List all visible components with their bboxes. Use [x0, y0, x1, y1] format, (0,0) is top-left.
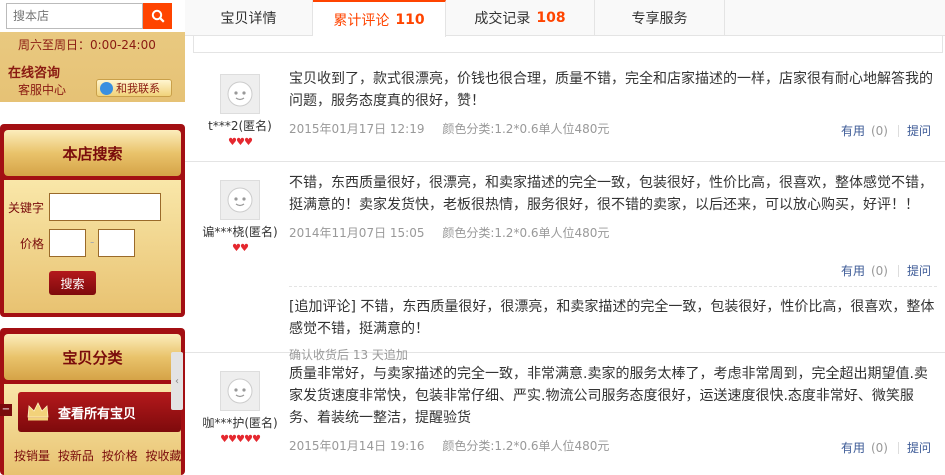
- reviewer-name: 谝***桡(匿名): [202, 225, 278, 239]
- tab-label: 宝贝详情: [220, 11, 277, 27]
- detail-main: 宝贝详情 累计评论 110 成交记录 108 专享服务 t***2(匿名) ♥♥…: [185, 0, 945, 475]
- online-consult-label: 在线咨询: [8, 66, 61, 81]
- tab-item-details[interactable]: 宝贝详情: [185, 0, 313, 36]
- default-avatar-icon: [220, 371, 260, 411]
- customer-service-label: 客服中心: [18, 83, 67, 97]
- category-title: 宝贝分类: [4, 334, 181, 380]
- default-avatar-icon: [220, 180, 260, 220]
- contact-me-label: 和我联系: [116, 82, 160, 95]
- review-item: 咖***护(匿名) ♥♥♥♥♥ 质量非常好，与卖家描述的完全一致，非常满意.卖家…: [185, 353, 945, 475]
- sort-by-new-link[interactable]: 按新品: [58, 449, 94, 463]
- shop-search-input[interactable]: [6, 3, 143, 29]
- divider: [897, 125, 899, 137]
- price-separator: -: [90, 235, 95, 249]
- category-body: − 查看所有宝贝 按销量 按新品 按价格 按收藏: [0, 384, 182, 475]
- contact-me-button[interactable]: 和我联系: [96, 79, 172, 97]
- review-date: 2014年11月07日 15:05: [289, 226, 425, 240]
- review-date: 2015年01月14日 19:16: [289, 439, 425, 453]
- append-divider: [289, 286, 937, 287]
- useful-link[interactable]: 有用: [841, 124, 865, 138]
- shop-search-bar: [0, 0, 185, 32]
- review-sku: 颜色分类:1.2*0.6单人位480元: [442, 226, 610, 240]
- review-body: 不错，东西质量很好，很漂亮，和卖家描述的完全一致，包装很好，性价比高，很喜欢，整…: [289, 172, 937, 241]
- reviewer: 谝***桡(匿名) ♥♥: [195, 180, 285, 254]
- shop-sidebar: 周六至周日：0:00-24:00 在线咨询 客服中心 和我联系 本店搜索 关键字…: [0, 0, 185, 475]
- tab-label: 累计评论: [333, 12, 390, 29]
- useful-count: (0): [870, 124, 888, 138]
- search-icon: [151, 9, 165, 23]
- ask-link[interactable]: 提问: [907, 124, 931, 138]
- ask-link[interactable]: 提问: [907, 264, 931, 278]
- review-actions: 有用 (0) 提问: [841, 122, 931, 139]
- review-sku: 颜色分类:1.2*0.6单人位480元: [442, 122, 610, 136]
- sidebar-collapse-handle[interactable]: ‹: [171, 352, 183, 410]
- review-body: 质量非常好，与卖家描述的完全一致，非常满意.卖家的服务太棒了，考虑非常周到，完全…: [289, 363, 937, 454]
- reviewer: t***2(匿名) ♥♥♥: [195, 74, 285, 148]
- review-sku: 颜色分类:1.2*0.6单人位480元: [442, 439, 610, 453]
- buyer-credit-hearts: ♥♥♥♥♥: [220, 434, 261, 445]
- tab-label: 成交记录: [474, 11, 531, 27]
- review-text: 不错，东西质量很好，很漂亮，和卖家描述的完全一致，包装很好，性价比高，很喜欢，整…: [289, 175, 933, 213]
- tab-count: 108: [536, 10, 566, 26]
- useful-link[interactable]: 有用: [841, 441, 865, 455]
- customer-service-panel: 周六至周日：0:00-24:00 在线咨询 客服中心 和我联系: [0, 32, 185, 102]
- tab-exclusive-service[interactable]: 专享服务: [595, 0, 725, 36]
- review-meta: 2014年11月07日 15:05 颜色分类:1.2*0.6单人位480元: [289, 224, 937, 241]
- buyer-credit-hearts: ♥♥: [232, 243, 249, 254]
- review-meta: 2015年01月17日 12:19 颜色分类:1.2*0.6单人位480元: [289, 120, 937, 137]
- keyword-input[interactable]: [49, 193, 161, 221]
- category-panel: 宝贝分类 − 查看所有宝贝 按销量 按新品 按价格 按收藏: [0, 328, 185, 475]
- detail-tabs: 宝贝详情 累计评论 110 成交记录 108 专享服务: [185, 0, 945, 37]
- review-list: t***2(匿名) ♥♥♥ 宝贝收到了，款式很漂亮，价钱也很合理，质量不错，完全…: [185, 36, 945, 475]
- reviewer-name: t***2(匿名): [208, 119, 272, 133]
- append-review-text: [追加评论] 不错，东西质量很好，很漂亮，和卖家描述的完全一致，包装很好，性价比…: [289, 299, 935, 337]
- shop-search-panel: 本店搜索 关键字 价格 - 搜索: [0, 124, 185, 317]
- review-text: 质量非常好，与卖家描述的完全一致，非常满意.卖家的服务太棒了，考虑非常周到，完全…: [289, 366, 928, 426]
- price-min-input[interactable]: [49, 229, 86, 257]
- view-all-items-label: 查看所有宝贝: [58, 406, 137, 422]
- sort-by-sales-link[interactable]: 按销量: [14, 449, 50, 463]
- divider: [897, 442, 899, 454]
- crown-icon: [27, 402, 49, 421]
- collapse-toggle[interactable]: −: [0, 404, 12, 416]
- tab-label: 专享服务: [631, 11, 688, 27]
- chevron-left-icon: ‹: [175, 375, 179, 387]
- review-actions: 有用 (0) 提问: [841, 439, 931, 456]
- service-hours: 周六至周日：0:00-24:00: [18, 38, 156, 52]
- reviewer: 咖***护(匿名) ♥♥♥♥♥: [195, 371, 285, 445]
- review-actions: 有用 (0) 提问: [841, 262, 931, 279]
- page: 周六至周日：0:00-24:00 在线咨询 客服中心 和我联系 本店搜索 关键字…: [0, 0, 945, 475]
- useful-count: (0): [870, 264, 888, 278]
- keyword-label: 关键字: [8, 201, 45, 215]
- price-label: 价格: [20, 237, 45, 251]
- sort-by-favorites-link[interactable]: 按收藏: [146, 449, 182, 463]
- useful-count: (0): [870, 441, 888, 455]
- reviewer-name: 咖***护(匿名): [202, 416, 278, 430]
- sort-links: 按销量 按新品 按价格 按收藏: [14, 447, 186, 464]
- useful-link[interactable]: 有用: [841, 264, 865, 278]
- review-meta: 2015年01月14日 19:16 颜色分类:1.2*0.6单人位480元: [289, 437, 937, 454]
- divider: [897, 265, 899, 277]
- shop-search-form: 关键字 价格 - 搜索: [4, 180, 181, 313]
- review-date: 2015年01月17日 12:19: [289, 122, 425, 136]
- view-all-items-button[interactable]: 查看所有宝贝: [18, 392, 181, 432]
- sort-by-price-link[interactable]: 按价格: [102, 449, 138, 463]
- tab-reviews[interactable]: 累计评论 110: [313, 0, 446, 37]
- ask-link[interactable]: 提问: [907, 441, 931, 455]
- default-avatar-icon: [220, 74, 260, 114]
- price-max-input[interactable]: [98, 229, 135, 257]
- tab-count: 110: [395, 11, 425, 28]
- buyer-credit-hearts: ♥♥♥: [228, 137, 253, 148]
- shop-search-submit-button[interactable]: 搜索: [49, 271, 96, 295]
- shop-search-title: 本店搜索: [4, 130, 181, 176]
- review-text: 宝贝收到了，款式很漂亮，价钱也很合理，质量不错，完全和店家描述的一样，店家很有耐…: [289, 71, 933, 109]
- search-button[interactable]: [143, 3, 172, 29]
- review-body: 宝贝收到了，款式很漂亮，价钱也很合理，质量不错，完全和店家描述的一样，店家很有耐…: [289, 68, 937, 137]
- review-item: t***2(匿名) ♥♥♥ 宝贝收到了，款式很漂亮，价钱也很合理，质量不错，完全…: [185, 60, 945, 162]
- review-filter-box: [193, 36, 943, 53]
- review-item: 谝***桡(匿名) ♥♥ 不错，东西质量很好，很漂亮，和卖家描述的完全一致，包装…: [185, 162, 945, 362]
- wangwang-icon: [100, 81, 113, 95]
- tab-transactions[interactable]: 成交记录 108: [446, 0, 595, 36]
